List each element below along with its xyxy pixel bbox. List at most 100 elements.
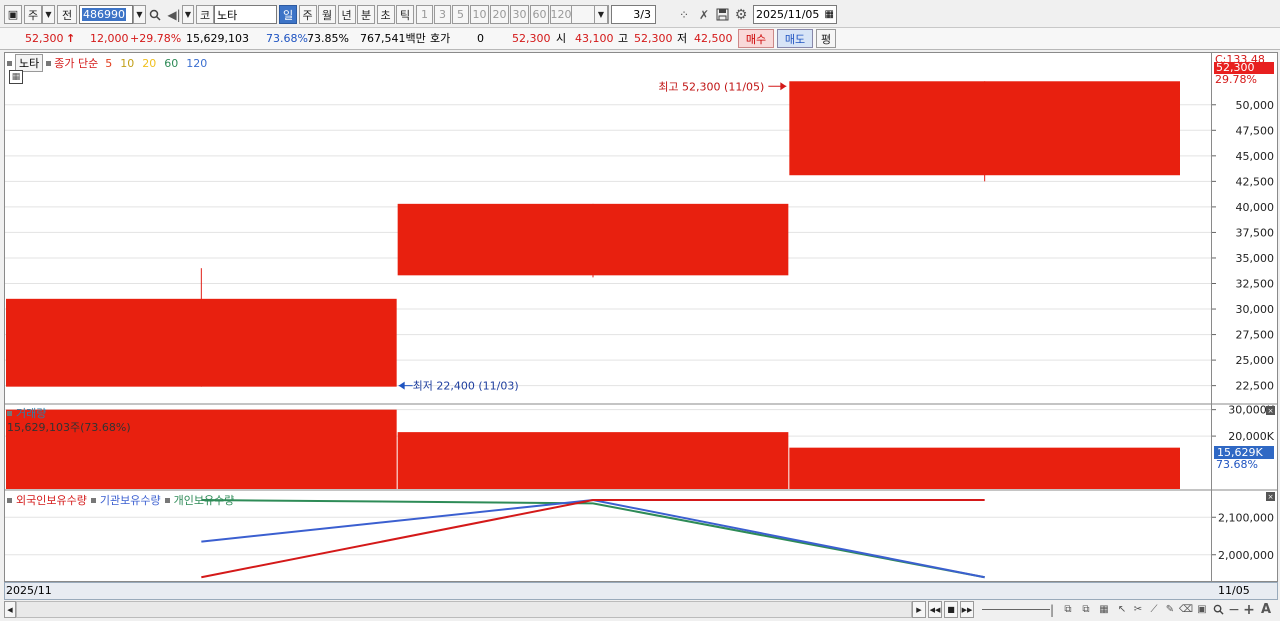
period-tab-1[interactable]: 주 [298, 5, 317, 24]
ma-period-60[interactable]: 60 [164, 57, 178, 70]
interval-dropdown-icon[interactable]: ▼ [594, 5, 608, 24]
price-legend: 노타 종가 단순 5 10 20 60 120 [7, 54, 207, 72]
stock-name-field[interactable]: 노타 [214, 5, 277, 24]
grid-icon[interactable]: ▦ [1096, 601, 1112, 618]
period-tab-2[interactable]: 월 [318, 5, 336, 24]
font-size-icon[interactable]: A [1258, 601, 1274, 618]
calculator-icon[interactable]: ▦ [9, 70, 23, 84]
speaker-icon[interactable]: ◀| [166, 5, 182, 24]
legend-handle-icon[interactable] [7, 497, 12, 503]
prev-button[interactable]: 전 [57, 5, 77, 24]
zoom-slider[interactable] [982, 609, 1050, 610]
high-arrow-head [780, 82, 787, 91]
legend-handle-icon[interactable] [164, 497, 170, 503]
stop-icon[interactable]: ■ [944, 601, 958, 618]
calendar-icon[interactable]: ▦ [825, 9, 834, 20]
gear-icon[interactable]: ⚙ [733, 5, 749, 24]
price-tick-label: 40,000 [1236, 201, 1275, 214]
ma-label[interactable]: 종가 단순 [54, 55, 98, 71]
ma-period-10[interactable]: 10 [120, 57, 134, 70]
price-axis[interactable]: 50,000 47,500 45,000 42,500 40,000 37,500 35,0… [1212, 52, 1278, 582]
scrollbar-track[interactable] [16, 601, 912, 618]
price-change: 12,000 [90, 32, 129, 45]
market-selector[interactable]: 주 [24, 5, 42, 24]
eraser-icon[interactable]: ⌫ [1178, 601, 1194, 618]
scroll-left-icon[interactable]: ◀ [4, 601, 16, 618]
axis-canvas: 50,000 47,500 45,000 42,500 40,000 37,500 35,0… [1212, 99, 1278, 562]
chevron-down-icon[interactable]: ▼ [42, 5, 55, 24]
interval-button-0[interactable]: 1 [416, 5, 433, 24]
ma-period-5[interactable]: 5 [105, 57, 112, 70]
window-layout-icon[interactable]: ▣ [4, 5, 22, 24]
search-icon[interactable] [147, 5, 163, 24]
period-tab-6[interactable]: 틱 [396, 5, 414, 24]
period-tab-5[interactable]: 초 [376, 5, 395, 24]
ma-period-120[interactable]: 120 [186, 57, 207, 70]
ma-period-20[interactable]: 20 [142, 57, 156, 70]
scroll-controls: ◀ ▶ ◀◀ ■ ▶▶ | ⧉ ⧉ ▦ ↖ ✂ ⟋ ✎ ⌫ ▣ − + A [4, 601, 1278, 619]
interval-button-5[interactable]: 30 [510, 5, 529, 24]
split-icon[interactable]: ⧉ [1078, 601, 1094, 618]
rewind-icon[interactable]: ◀◀ [928, 601, 942, 618]
chart-area[interactable]: 최고 52,300 (11/05) 최저 22,400 (11/03) 노타 종가… [4, 52, 1212, 582]
candle-body [6, 298, 397, 387]
date-value: 2025/11/05 [756, 8, 820, 21]
draw-tool-icon[interactable]: ✗ [696, 5, 712, 24]
quote-bar: 52,300 ↑ 12,000 +29.78% 15,629,103 73.68… [0, 28, 1280, 50]
turnover-ratio: 73.85% [307, 32, 349, 45]
legend-handle-icon[interactable] [46, 60, 52, 66]
volume-tick-label: 20,000K [1228, 430, 1274, 443]
zoom-in-icon[interactable]: + [1242, 601, 1256, 618]
panel-close-icon[interactable]: × [1266, 406, 1275, 415]
copy-icon[interactable]: ⧉ [1060, 601, 1076, 618]
volume-badge-rate: 73.68% [1216, 458, 1258, 471]
high-annotation: 최고 52,300 (11/05) [658, 80, 764, 93]
zoom-slider-handle-icon[interactable]: | [1048, 601, 1056, 618]
interval-button-4[interactable]: 20 [490, 5, 509, 24]
search-type-button[interactable]: 코 [196, 5, 214, 24]
price-tick-label: 25,000 [1236, 354, 1275, 367]
panel-close-icon[interactable]: × [1266, 492, 1275, 501]
interval-button-1[interactable]: 3 [434, 5, 451, 24]
period-tab-3[interactable]: 년 [337, 5, 356, 24]
holdings-legend-1[interactable]: 기관보유수량 [100, 492, 161, 508]
legend-handle-icon[interactable] [90, 497, 96, 503]
interval-button-6[interactable]: 60 [530, 5, 549, 24]
crosshair-icon[interactable]: ⁘ [676, 5, 692, 24]
candle-body [789, 81, 1180, 176]
line-tool-icon[interactable]: ↖ [1114, 601, 1130, 618]
period-tab-0[interactable]: 일 [279, 5, 297, 24]
price-tick-label: 50,000 [1236, 99, 1275, 112]
camera-icon[interactable]: ▣ [1194, 601, 1210, 618]
open-label: 시 [556, 32, 567, 45]
price-tick-label: 30,000 [1236, 303, 1275, 316]
interval-button-3[interactable]: 10 [470, 5, 489, 24]
buy-button[interactable]: 매수 [738, 29, 774, 48]
period-tab-4[interactable]: 분 [357, 5, 375, 24]
price-tick-label: 32,500 [1236, 278, 1275, 291]
trend-icon[interactable]: ⟋ [1146, 601, 1162, 618]
speaker-dropdown-icon[interactable]: ▼ [182, 5, 194, 24]
legend-handle-icon[interactable] [7, 410, 12, 416]
zoom-icon[interactable] [1210, 601, 1226, 618]
fast-forward-icon[interactable]: ▶▶ [960, 601, 974, 618]
holdings-legend-2[interactable]: 개인보유수량 [174, 492, 235, 508]
code-dropdown-icon[interactable]: ▼ [133, 5, 146, 24]
price-tick-label: 37,500 [1236, 226, 1275, 239]
pen-icon[interactable]: ✎ [1162, 601, 1178, 618]
save-icon[interactable] [714, 5, 730, 24]
holdings-legend: 외국인보유수량 기관보유수량 개인보유수량 [7, 492, 234, 508]
sell-button[interactable]: 매도 [777, 29, 813, 48]
legend-handle-icon[interactable] [7, 60, 12, 66]
ruler-icon[interactable]: ✂ [1130, 601, 1146, 618]
avg-button[interactable]: 평 [816, 29, 836, 48]
scroll-right-icon[interactable]: ▶ [912, 601, 926, 618]
zoom-out-icon[interactable]: − [1227, 601, 1241, 618]
interval-button-7[interactable]: 120 [550, 5, 572, 24]
hoga-label: 호가 [430, 32, 451, 45]
date-field[interactable]: 2025/11/05 ▦ [753, 5, 837, 24]
volume-ratio: 73.68% [266, 32, 308, 45]
code-input[interactable]: 486990 [79, 5, 133, 24]
interval-button-2[interactable]: 5 [452, 5, 469, 24]
holdings-legend-0[interactable]: 외국인보유수량 [16, 492, 87, 508]
